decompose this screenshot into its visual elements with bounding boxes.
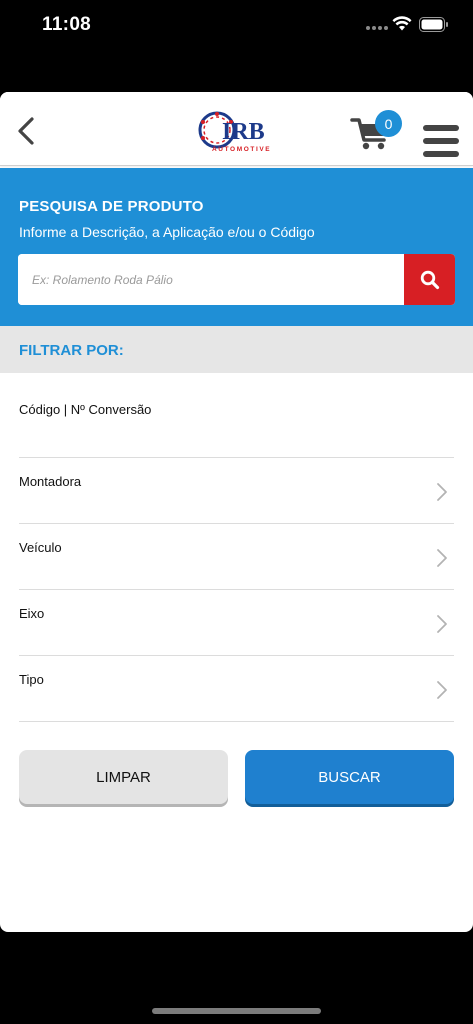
search-box	[18, 254, 455, 305]
search-icon	[420, 270, 439, 289]
filter-header-label: FILTRAR POR:	[19, 342, 124, 359]
filter-row-tipo[interactable]: Tipo	[19, 656, 454, 722]
navbar: IRB AUTOMOTIVE 0	[0, 92, 473, 166]
product-search-panel: PESQUISA DE PRODUTO Informe a Descrição,…	[0, 168, 473, 326]
irb-automotive-logo: IRB AUTOMOTIVE	[196, 108, 278, 154]
battery-icon	[419, 17, 449, 37]
cart-count-badge: 0	[375, 110, 402, 137]
chevron-right-icon	[437, 549, 447, 567]
filter-label: Tipo	[19, 672, 44, 687]
chevron-right-icon	[437, 483, 447, 501]
home-indicator[interactable]	[152, 1008, 321, 1014]
submit-search-button[interactable]: BUSCAR	[245, 750, 454, 804]
action-buttons: LIMPAR BUSCAR	[19, 750, 454, 804]
clear-button[interactable]: LIMPAR	[19, 750, 228, 804]
search-subtitle: Informe a Descrição, a Aplicação e/ou o …	[19, 224, 315, 240]
cellular-signal-icon	[366, 26, 388, 30]
filter-row-montadora[interactable]: Montadora	[19, 458, 454, 524]
menu-icon-bar	[423, 138, 459, 144]
search-title: PESQUISA DE PRODUTO	[19, 198, 204, 215]
wifi-icon	[392, 16, 412, 37]
filter-label: Eixo	[19, 606, 45, 621]
filter-row-veiculo[interactable]: Veículo	[19, 524, 454, 590]
chevron-right-icon	[437, 681, 447, 699]
filter-label: Veículo	[19, 540, 62, 555]
chevron-left-icon	[18, 117, 34, 145]
back-button[interactable]	[12, 116, 40, 146]
filter-header: FILTRAR POR:	[0, 326, 473, 373]
search-input[interactable]	[18, 254, 404, 305]
status-bar: 11:08	[0, 0, 473, 56]
menu-icon-bar	[423, 125, 459, 131]
filter-row-codigo[interactable]: Código | Nº Conversão	[19, 373, 454, 458]
filter-list: Código | Nº Conversão Montadora Veículo …	[19, 373, 454, 722]
search-button[interactable]	[404, 254, 455, 305]
filter-label: Montadora	[19, 474, 82, 489]
filter-label: Código | Nº Conversão	[19, 402, 152, 417]
hamburger-menu-button[interactable]	[423, 125, 459, 157]
menu-icon-bar	[423, 151, 459, 157]
main-sheet: IRB AUTOMOTIVE 0 PESQUISA DE PRODUTO Inf…	[0, 92, 473, 932]
status-time: 11:08	[42, 14, 92, 35]
chevron-right-icon	[437, 615, 447, 633]
logo-text: IRB	[222, 119, 265, 145]
filter-row-eixo[interactable]: Eixo	[19, 590, 454, 656]
logo-subtext: AUTOMOTIVE	[212, 146, 271, 153]
